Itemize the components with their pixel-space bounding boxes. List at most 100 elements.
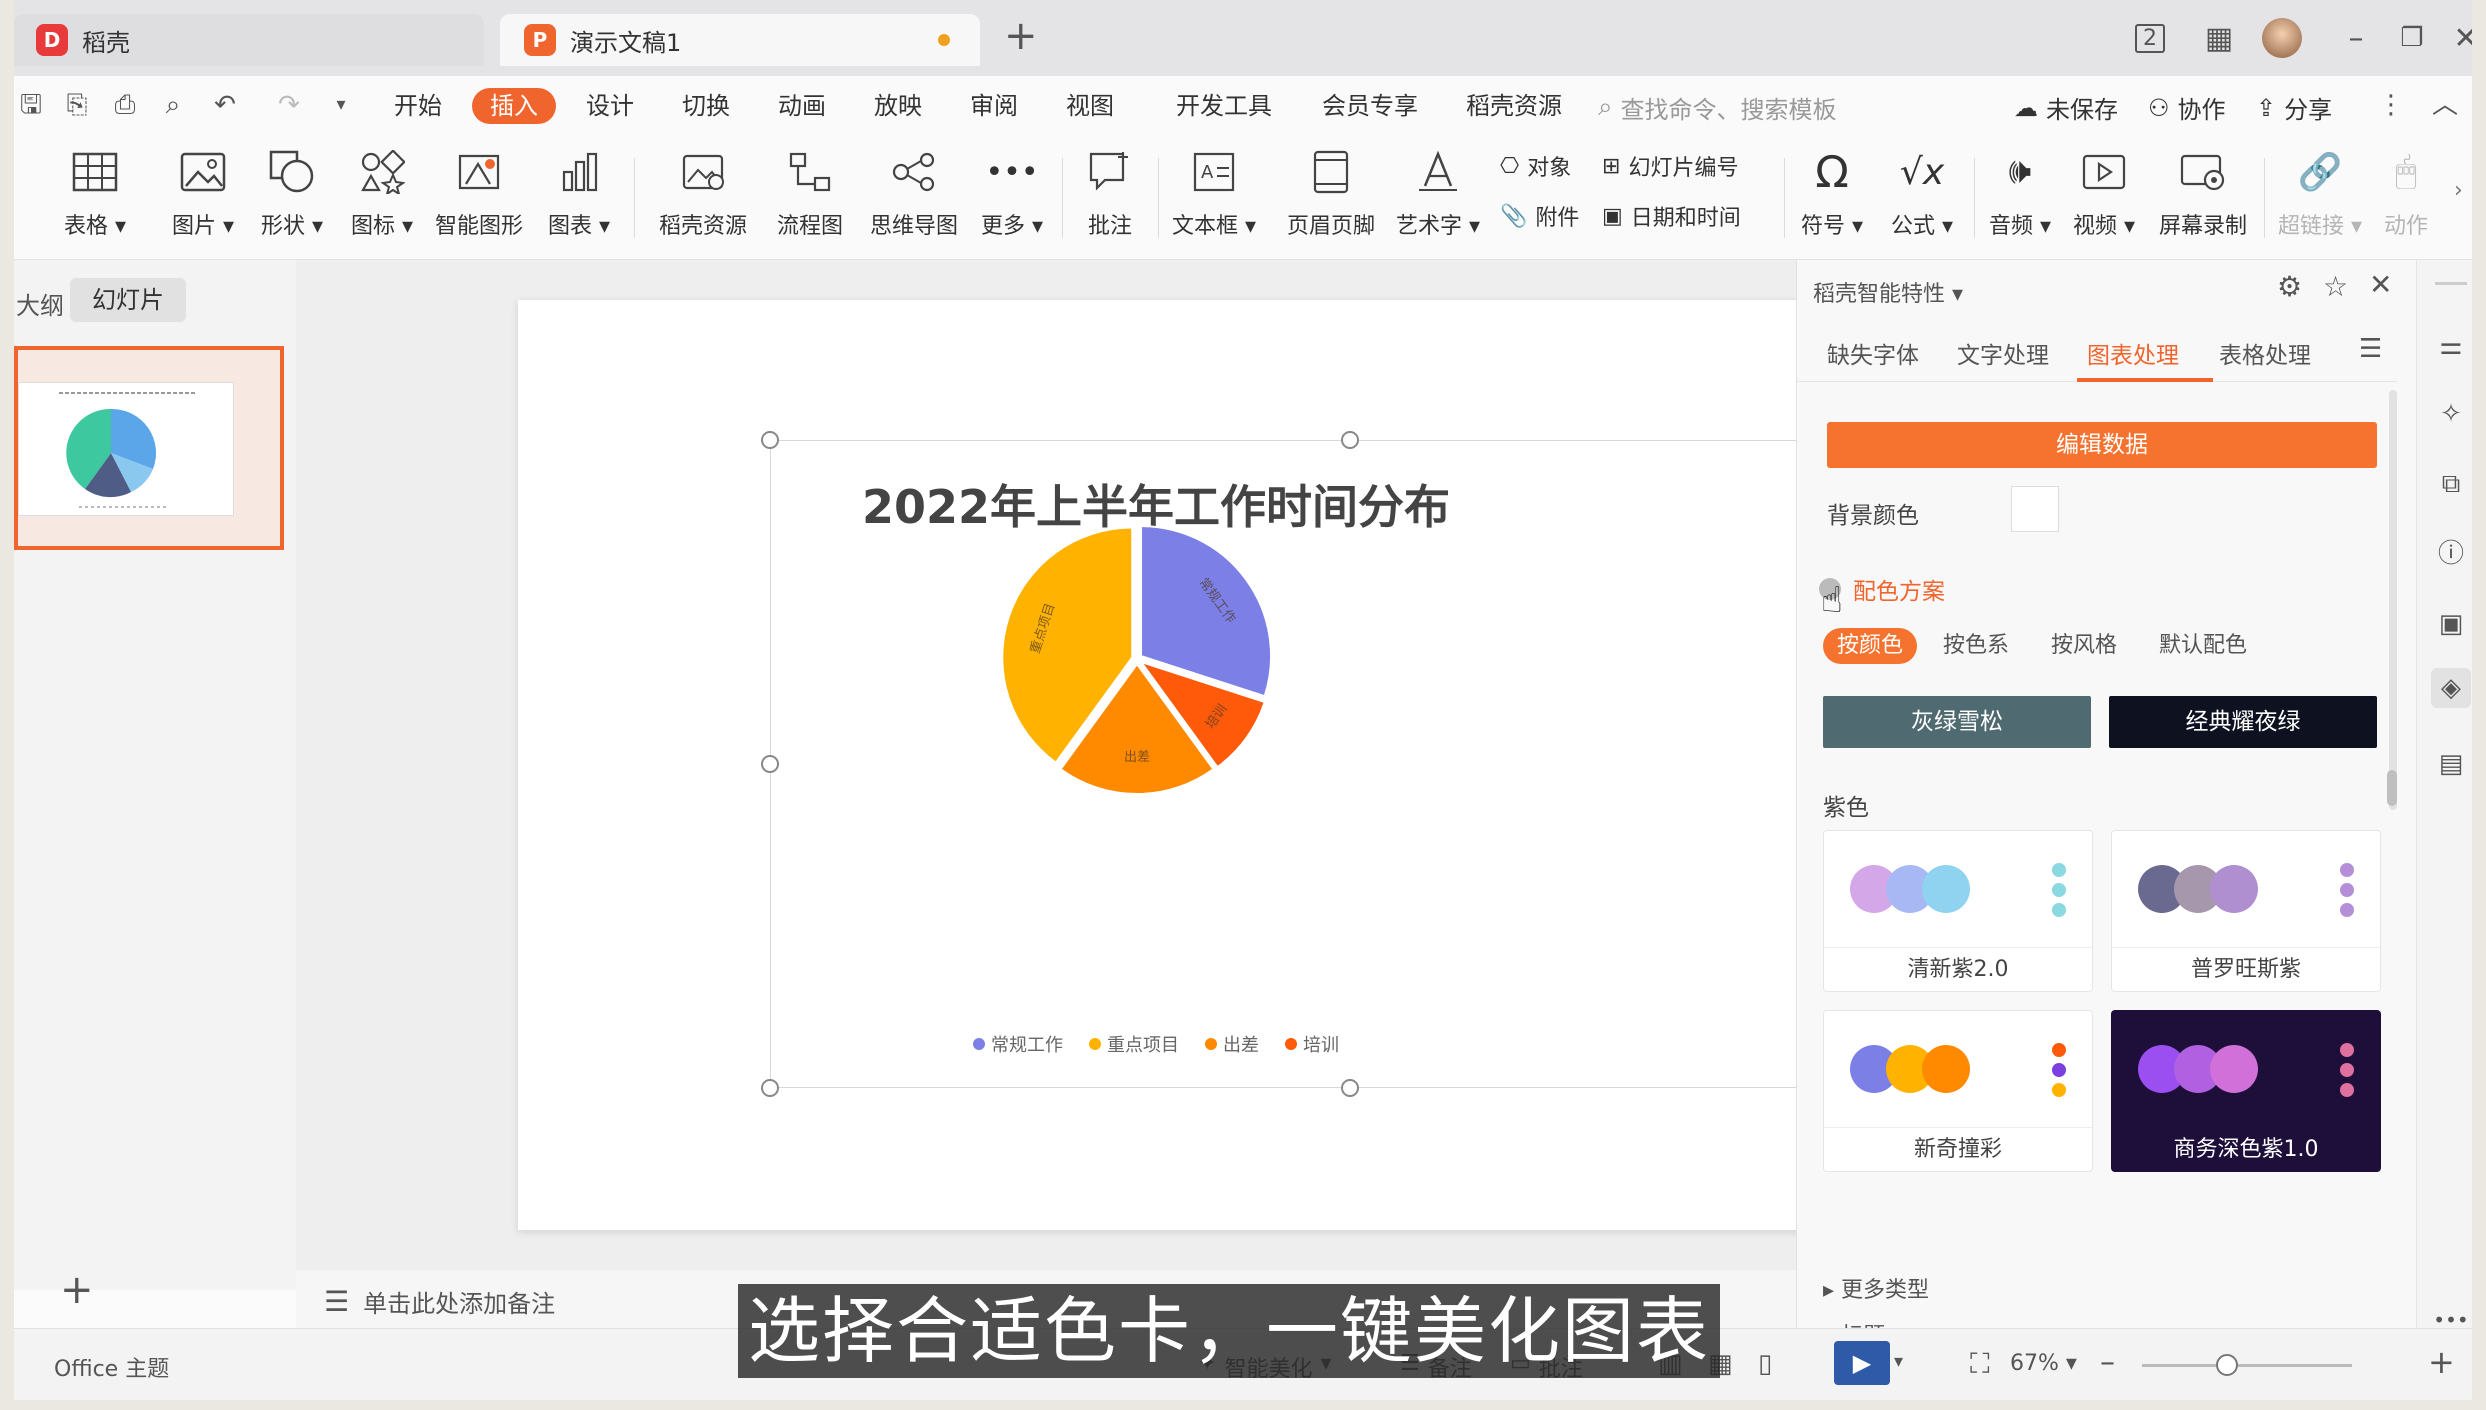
filter-by-color[interactable]: 按颜色: [1823, 628, 1918, 664]
menu-transition[interactable]: 切换: [664, 88, 748, 124]
menu-animation[interactable]: 动画: [760, 88, 844, 124]
add-slide-icon[interactable]: +: [60, 1270, 94, 1310]
table-button[interactable]: 表格 ▾: [50, 146, 140, 240]
reading-view-icon[interactable]: ▯: [1758, 1349, 1772, 1379]
quick-access-dropdown-icon[interactable]: ▾: [326, 90, 356, 120]
resize-handle-bottom[interactable]: [1341, 1079, 1359, 1097]
menu-insert[interactable]: 插入: [472, 88, 556, 124]
smart-features-icon[interactable]: ◈: [2431, 668, 2471, 708]
tab-text-processing[interactable]: 文字处理: [1957, 336, 2049, 370]
filter-default[interactable]: 默认配色: [2159, 628, 2247, 664]
textbox-button[interactable]: A 文本框 ▾: [1162, 146, 1266, 240]
menu-view[interactable]: 视图: [1048, 88, 1132, 124]
filter-by-style[interactable]: 按风格: [2051, 628, 2117, 664]
close-icon[interactable]: ✕: [2446, 18, 2472, 58]
zoom-slider-thumb[interactable]: [2216, 1354, 2238, 1376]
tab-presentation[interactable]: P 演示文稿1: [500, 14, 980, 66]
help-icon[interactable]: ⓘ: [2431, 534, 2471, 574]
comment-button[interactable]: 批注: [1070, 146, 1150, 240]
header-footer-button[interactable]: 页眉页脚: [1276, 146, 1386, 240]
fit-window-icon[interactable]: ⛶: [1970, 1347, 1990, 1381]
tab-chart-processing[interactable]: 图表处理: [2087, 336, 2179, 370]
star-magic-icon[interactable]: ✧: [2431, 394, 2471, 434]
filter-by-family[interactable]: 按色系: [1943, 628, 2009, 664]
shape-button[interactable]: 形状 ▾: [250, 146, 334, 240]
more-button[interactable]: ••• 更多 ▾: [970, 146, 1054, 240]
video-button[interactable]: 视频 ▾: [2062, 146, 2146, 240]
smart-graphic-button[interactable]: 智能图形: [424, 146, 534, 240]
color-card[interactable]: 普罗旺斯紫: [2111, 830, 2381, 992]
command-search[interactable]: ⌕ 查找命令、搜索模板: [1598, 90, 1837, 125]
icon-button[interactable]: 图标 ▾: [340, 146, 424, 240]
zoom-level[interactable]: 67% ▾: [2010, 1351, 2077, 1376]
print-icon[interactable]: ⎙: [110, 90, 140, 120]
settings-icon[interactable]: ⚙: [2277, 270, 2302, 303]
object-button[interactable]: ⎔ 对象: [1500, 150, 1571, 182]
formula-button[interactable]: √x 公式 ▾: [1880, 146, 1964, 240]
slides-icon[interactable]: ⧉: [2431, 464, 2471, 504]
hyperlink-button[interactable]: 🔗 超链接 ▾: [2270, 146, 2370, 240]
panel-scroll-thumb[interactable]: [2387, 770, 2397, 806]
minimize-icon[interactable]: –: [2334, 18, 2378, 58]
image-tools-icon[interactable]: ▣: [2431, 604, 2471, 644]
tab-docer[interactable]: D 稻壳: [14, 14, 484, 66]
tab-outline[interactable]: 大纲: [16, 286, 64, 321]
more-types-toggle[interactable]: ▸ 更多类型: [1823, 1272, 1929, 1304]
grid-icon[interactable]: ▦: [2194, 18, 2244, 58]
edit-data-button[interactable]: 编辑数据: [1827, 422, 2377, 468]
tabs-menu-icon[interactable]: ☰: [2359, 334, 2382, 364]
slide-number-button[interactable]: ⊞ 幻灯片编号: [1602, 150, 1738, 182]
export-icon[interactable]: ⎘: [62, 90, 92, 120]
screen-record-button[interactable]: 屏幕录制: [2148, 146, 2258, 240]
chart-button[interactable]: 图表 ▾: [538, 146, 620, 240]
redo-icon[interactable]: ↷: [274, 90, 304, 120]
menu-slideshow[interactable]: 放映: [856, 88, 940, 124]
resize-handle-bottom-left[interactable]: [761, 1079, 779, 1097]
attachment-button[interactable]: 📎 附件: [1500, 200, 1579, 232]
zoom-in-icon[interactable]: +: [2428, 1343, 2455, 1381]
collapse-ribbon-icon[interactable]: ︿: [2430, 90, 2460, 120]
ribbon-scroll-right-icon[interactable]: ›: [2454, 178, 2463, 203]
tab-slides[interactable]: 幻灯片: [70, 278, 186, 322]
restore-icon[interactable]: ❐: [2390, 18, 2434, 58]
resize-handle-left[interactable]: [761, 755, 779, 773]
slide-thumbnail[interactable]: [14, 346, 284, 550]
bg-color-swatch[interactable]: [2011, 486, 2059, 532]
mindmap-button[interactable]: 思维导图: [858, 146, 970, 240]
new-tab-button[interactable]: +: [1004, 16, 1038, 56]
menu-member[interactable]: 会员专享: [1304, 88, 1436, 124]
save-icon[interactable]: 🖫: [16, 90, 46, 120]
undo-icon[interactable]: ↶: [210, 90, 240, 120]
tab-missing-fonts[interactable]: 缺失字体: [1827, 336, 1919, 370]
menu-developer[interactable]: 开发工具: [1158, 88, 1290, 124]
properties-icon[interactable]: ⚌: [2431, 326, 2471, 366]
picture-button[interactable]: 图片 ▾: [160, 146, 246, 240]
color-card[interactable]: 新奇撞彩: [1823, 1010, 2093, 1172]
resize-handle-top[interactable]: [1341, 431, 1359, 449]
panel-scrollbar[interactable]: [2389, 390, 2397, 810]
menu-docer-resources[interactable]: 稻壳资源: [1448, 88, 1580, 124]
play-slideshow-button[interactable]: ▶: [1834, 1341, 1890, 1385]
chart-object[interactable]: 2022年上半年工作时间分布 常规工作 培训 出差 重点项目 常规工作 重点项目 出差 培训: [770, 440, 1820, 1088]
play-dropdown-icon[interactable]: ▾: [1894, 1351, 1903, 1372]
preset-dark-green[interactable]: 经典耀夜绿: [2109, 696, 2377, 748]
resize-handle-top-left[interactable]: [761, 431, 779, 449]
book-icon[interactable]: ▤: [2431, 744, 2471, 784]
more-vertical-icon[interactable]: ⋮: [2376, 90, 2406, 120]
flowchart-button[interactable]: 流程图: [764, 146, 856, 240]
audio-button[interactable]: 🕪 音频 ▾: [1978, 146, 2062, 240]
menu-start[interactable]: 开始: [376, 88, 460, 124]
tab-table-processing[interactable]: 表格处理: [2219, 336, 2311, 370]
action-button[interactable]: 🖱 动作: [2376, 146, 2436, 240]
slide[interactable]: 2022年上半年工作时间分布 常规工作 培训 出差 重点项目 常规工作 重点项目 出差 培训: [518, 300, 1820, 1230]
art-text-button[interactable]: 艺术字 ▾: [1386, 146, 1490, 240]
zoom-slider[interactable]: [2142, 1364, 2352, 1367]
panel-close-icon[interactable]: ✕: [2369, 268, 2392, 301]
save-status-button[interactable]: ☁ 未保存: [2014, 90, 2118, 125]
preset-gray-green[interactable]: 灰绿雪松: [1823, 696, 2091, 748]
panel-title-dropdown[interactable]: 稻壳智能特性 ▾: [1813, 276, 1963, 308]
layout-button[interactable]: 2: [2124, 18, 2176, 58]
docer-resources-button[interactable]: 稻壳资源: [642, 146, 764, 240]
zoom-out-icon[interactable]: –: [2100, 1345, 2115, 1380]
collab-button[interactable]: ⚇ 协作: [2148, 90, 2226, 125]
